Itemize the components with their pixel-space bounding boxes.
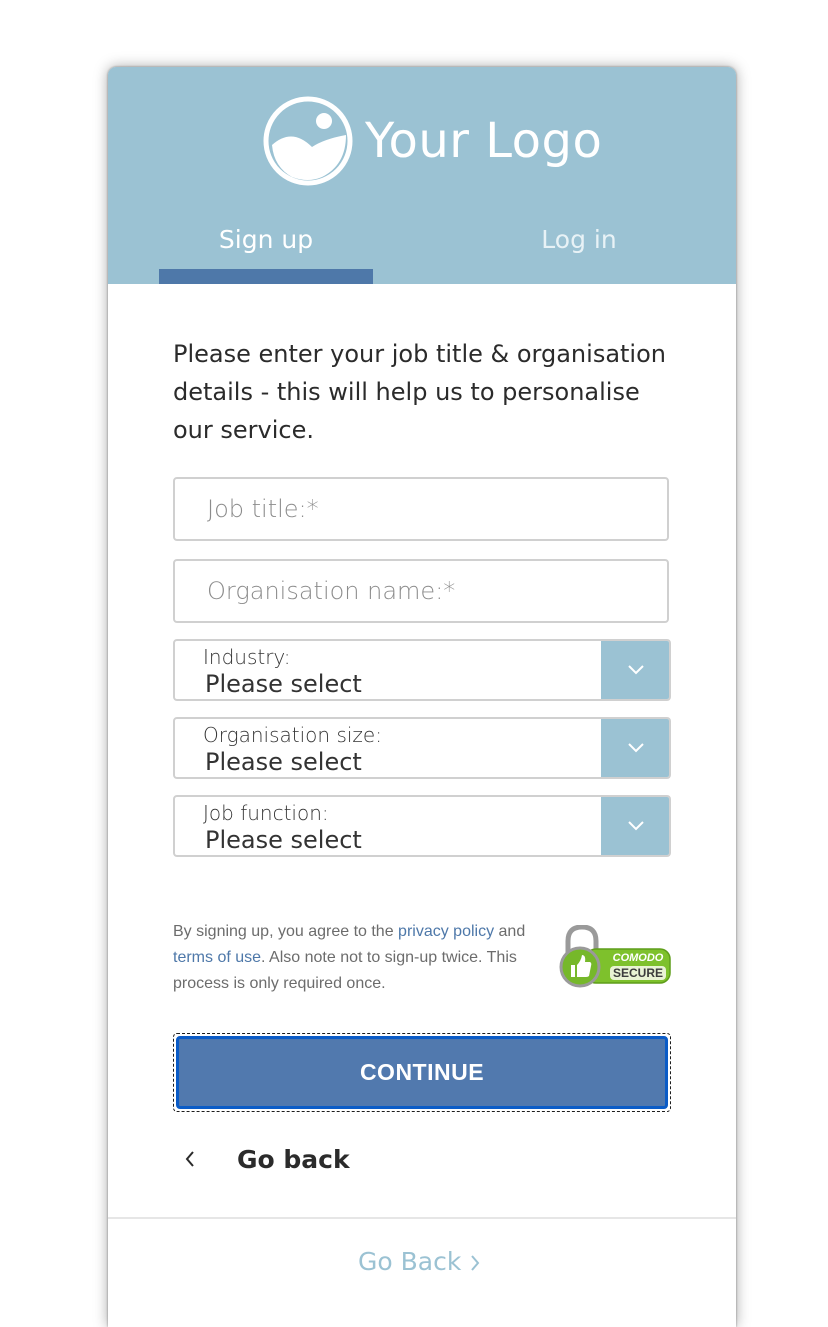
continue-button[interactable]: CONTINUE — [176, 1036, 668, 1109]
terms-notice: By signing up, you agree to the privacy … — [173, 919, 543, 997]
privacy-policy-link[interactable]: privacy policy — [398, 923, 494, 940]
chevron-left-icon — [185, 1151, 194, 1167]
logo-image-icon — [263, 96, 353, 186]
chevron-down-icon — [628, 821, 644, 831]
intro-text: Please enter your job title & organisati… — [173, 340, 666, 444]
organisation-name-field[interactable] — [173, 559, 669, 623]
job-function-value: Please select — [205, 826, 362, 854]
chevron-down-icon — [628, 743, 644, 753]
active-tab-indicator — [159, 269, 373, 284]
continue-button-focus-ring: CONTINUE — [173, 1033, 671, 1112]
organisation-size-dropdown-button[interactable] — [601, 719, 669, 777]
chevron-right-icon — [471, 1255, 480, 1271]
industry-dropdown-button[interactable] — [601, 641, 669, 699]
comodo-secure-badge-icon: COMODO SECURE — [559, 925, 671, 988]
go-back-label: Go back — [237, 1145, 350, 1174]
footer-go-back-label: Go Back — [358, 1247, 462, 1276]
terms-middle: and — [494, 923, 526, 940]
footer-divider — [108, 1217, 736, 1219]
organisation-size-label: Organisation size: — [203, 723, 382, 747]
tab-log-in[interactable]: Log in — [472, 225, 686, 284]
logo-text: Your Logo — [365, 113, 603, 169]
industry-label: Industry: — [203, 645, 291, 669]
footer-go-back-link[interactable]: Go Back — [358, 1247, 498, 1281]
organisation-size-value: Please select — [205, 748, 362, 776]
job-title-field[interactable] — [173, 477, 669, 541]
terms-prefix: By signing up, you agree to the — [173, 923, 399, 940]
job-function-label: Job function: — [203, 801, 329, 825]
badge-line2: SECURE — [613, 966, 663, 980]
industry-value: Please select — [205, 670, 362, 698]
card-header: Your Logo Sign up Log in — [108, 67, 736, 284]
signup-card: Your Logo Sign up Log in Please enter yo… — [108, 67, 736, 1327]
organisation-size-select[interactable]: Organisation size: Please select — [173, 717, 671, 779]
logo: Your Logo — [262, 95, 602, 187]
job-title-input[interactable] — [205, 479, 649, 539]
terms-of-use-link[interactable]: terms of use — [173, 949, 261, 966]
industry-select[interactable]: Industry: Please select — [173, 639, 671, 701]
job-function-select[interactable]: Job function: Please select — [173, 795, 671, 857]
chevron-down-icon — [628, 665, 644, 675]
organisation-name-input[interactable] — [205, 561, 649, 621]
go-back-button[interactable]: Go back — [173, 1139, 373, 1179]
job-function-dropdown-button[interactable] — [601, 797, 669, 855]
badge-line1: COMODO — [613, 952, 664, 964]
